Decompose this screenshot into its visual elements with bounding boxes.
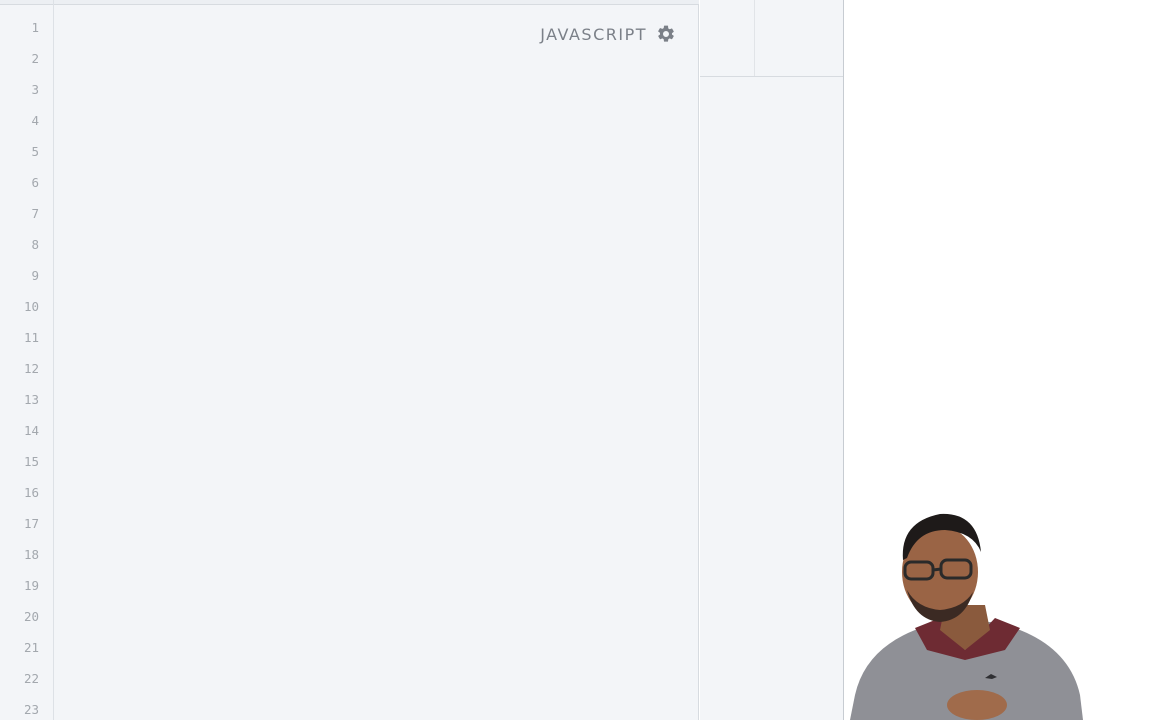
line-number: 13 <box>23 392 39 407</box>
line-number: 2 <box>31 51 39 66</box>
header-divider <box>754 0 755 76</box>
line-number: 11 <box>23 330 39 345</box>
editor-top-border <box>0 0 699 5</box>
output-panel <box>700 0 844 720</box>
code-editor[interactable]: 1 2 3 4 5 6 7 8 9 10 11 12 13 14 15 16 17 18 19 20 21 22 23 JA… <box>0 0 699 720</box>
language-indicator[interactable]: JAVASCRIPT <box>540 24 676 44</box>
line-number: 16 <box>23 485 39 500</box>
line-number: 5 <box>31 144 39 159</box>
line-number: 6 <box>31 175 39 190</box>
presenter-webcam-image <box>850 513 1083 720</box>
output-panel-header <box>700 0 843 77</box>
line-number: 3 <box>31 82 39 97</box>
line-number: 4 <box>31 113 39 128</box>
line-number: 17 <box>23 516 39 531</box>
language-label: JAVASCRIPT <box>540 24 647 44</box>
line-number: 23 <box>23 702 39 717</box>
line-number: 21 <box>23 640 39 655</box>
gear-icon[interactable] <box>656 24 676 44</box>
line-number: 10 <box>23 299 39 314</box>
line-number: 15 <box>23 454 39 469</box>
line-number: 7 <box>31 206 39 221</box>
line-number: 1 <box>31 20 39 35</box>
line-number: 22 <box>23 671 39 686</box>
line-numbers: 1 2 3 4 5 6 7 8 9 10 11 12 13 14 15 16 17 18 19 20 21 22 23 <box>24 12 39 720</box>
line-number-gutter: 1 2 3 4 5 6 7 8 9 10 11 12 13 14 15 16 17 18 19 20 21 22 23 <box>0 0 54 720</box>
line-number: 8 <box>31 237 39 252</box>
line-number: 20 <box>23 609 39 624</box>
line-number: 9 <box>31 268 39 283</box>
line-number: 12 <box>23 361 39 376</box>
line-number: 19 <box>23 578 39 593</box>
screen: 1 2 3 4 5 6 7 8 9 10 11 12 13 14 15 16 17 18 19 20 21 22 23 JA… <box>0 0 1152 720</box>
line-number: 14 <box>23 423 39 438</box>
line-number: 18 <box>23 547 39 562</box>
